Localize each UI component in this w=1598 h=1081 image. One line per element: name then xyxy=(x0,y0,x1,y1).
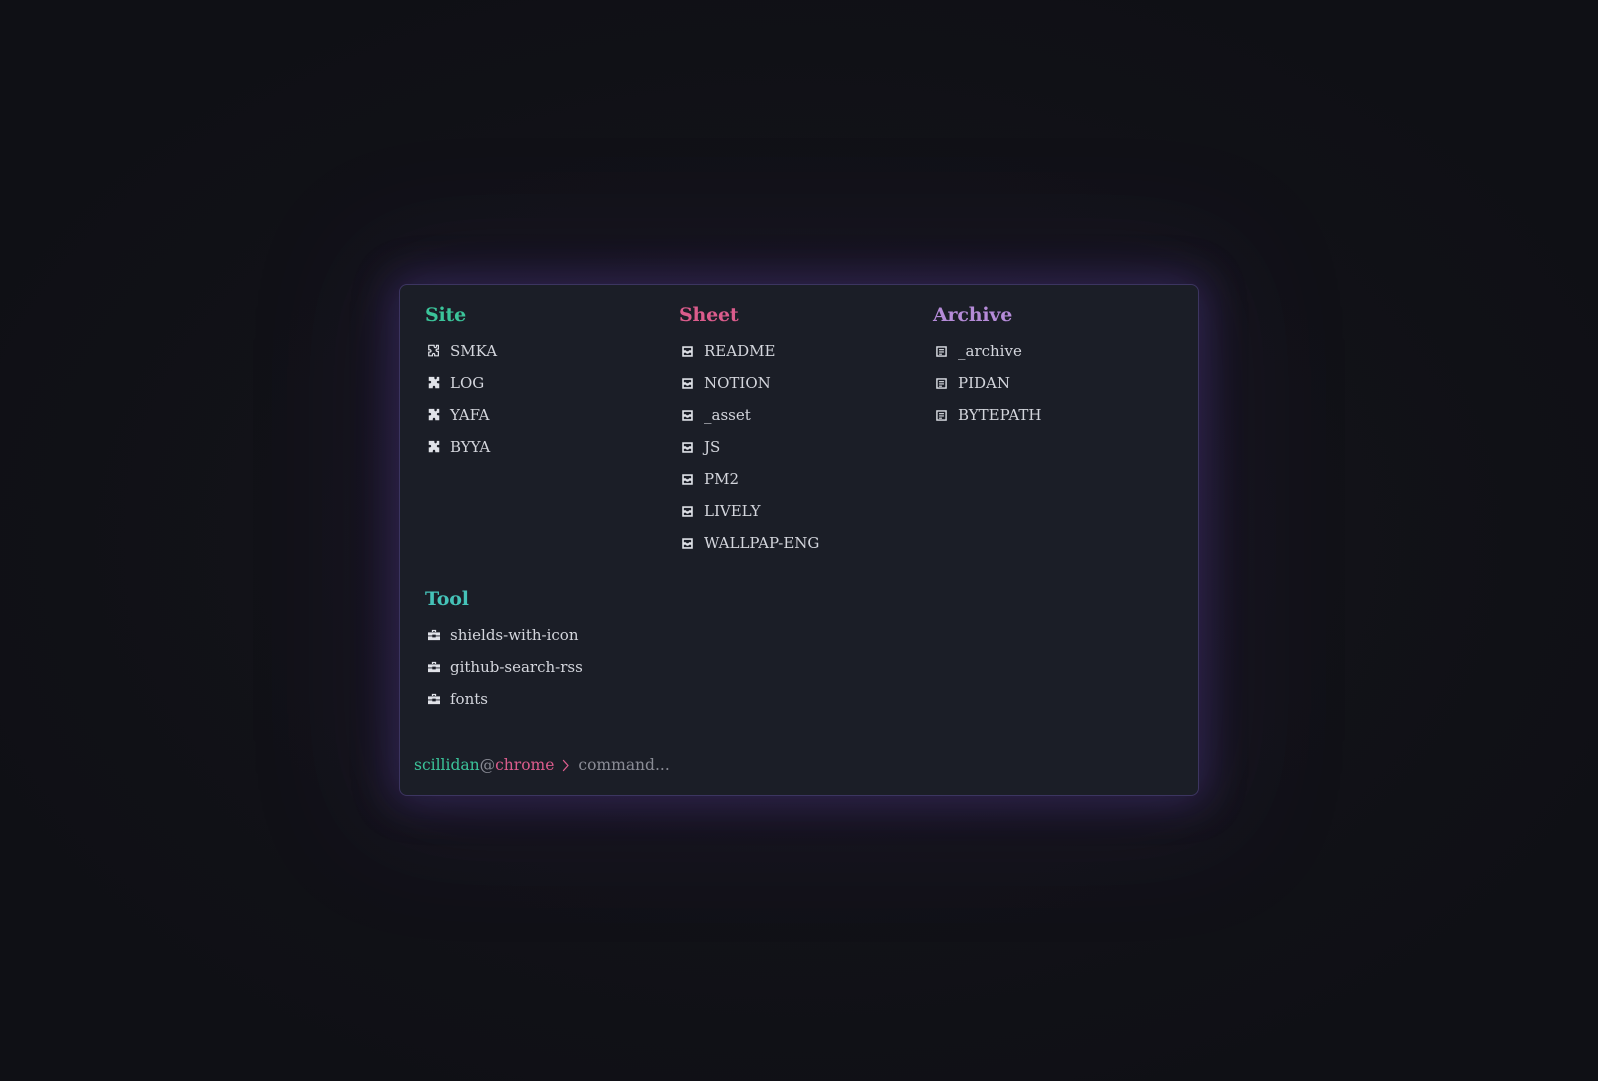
inbox-tray-icon xyxy=(680,440,695,455)
archive-link-pidan[interactable]: PIDAN xyxy=(933,367,1041,399)
inbox-tray-icon xyxy=(680,504,695,519)
archive-link-label: BYTEPATH xyxy=(958,406,1042,424)
sheet-link-lively[interactable]: LIVELY xyxy=(679,495,819,527)
inbox-tray-icon xyxy=(680,472,695,487)
tool-link-fonts[interactable]: fonts xyxy=(425,683,583,715)
note-icon xyxy=(934,408,949,423)
sheet-link-wallpap-eng[interactable]: WALLPAP-ENG xyxy=(679,527,819,559)
site-link-label: LOG xyxy=(450,374,485,392)
site-link-label: YAFA xyxy=(450,406,490,424)
archive-link-archive[interactable]: _archive xyxy=(933,335,1041,367)
site-link-log[interactable]: LOG xyxy=(425,367,497,399)
page-background: Site SMKA LOG YAFA BYYA Sheet README NOT… xyxy=(0,0,1598,1081)
site-link-list: SMKA LOG YAFA BYYA xyxy=(425,335,497,463)
toolbox-icon xyxy=(426,628,441,643)
inbox-tray-icon xyxy=(680,376,695,391)
sheet-group: Sheet README NOTION _asset JS PM2 LIVELY… xyxy=(679,302,819,559)
archive-link-label: PIDAN xyxy=(958,374,1011,392)
sheet-link-label: PM2 xyxy=(704,470,739,488)
sheet-link-asset[interactable]: _asset xyxy=(679,399,819,431)
launcher-card: Site SMKA LOG YAFA BYYA Sheet README NOT… xyxy=(399,284,1199,796)
toolbox-icon xyxy=(426,660,441,675)
inbox-tray-icon xyxy=(680,344,695,359)
command-input[interactable] xyxy=(578,756,1079,774)
site-link-yafa[interactable]: YAFA xyxy=(425,399,497,431)
puzzle-icon xyxy=(426,440,441,455)
prompt-user: scillidan xyxy=(414,756,480,774)
chevron-right-icon xyxy=(562,759,570,772)
note-icon xyxy=(934,344,949,359)
sheet-link-label: LIVELY xyxy=(704,502,761,520)
sheet-link-label: JS xyxy=(704,438,721,456)
sheet-link-pm2[interactable]: PM2 xyxy=(679,463,819,495)
inbox-tray-icon xyxy=(680,536,695,551)
sheet-link-readme[interactable]: README xyxy=(679,335,819,367)
puzzle-icon xyxy=(426,376,441,391)
tool-group-title: Tool xyxy=(425,588,469,610)
archive-link-label: _archive xyxy=(958,342,1022,360)
site-link-label: BYYA xyxy=(450,438,491,456)
sheet-link-label: WALLPAP-ENG xyxy=(704,534,820,552)
archive-link-list: _archive PIDAN BYTEPATH xyxy=(933,335,1041,431)
tool-link-github-search-rss[interactable]: github-search-rss xyxy=(425,651,583,683)
sheet-group-title: Sheet xyxy=(679,304,739,326)
site-group-title: Site xyxy=(425,304,467,326)
tool-link-label: fonts xyxy=(450,690,488,708)
tool-link-list: shields-with-icon github-search-rss font… xyxy=(425,619,583,715)
sheet-link-list: README NOTION _asset JS PM2 LIVELY WALLP… xyxy=(679,335,819,559)
site-link-label: SMKA xyxy=(450,342,498,360)
tool-link-label: shields-with-icon xyxy=(450,626,579,644)
note-icon xyxy=(934,376,949,391)
sheet-link-notion[interactable]: NOTION xyxy=(679,367,819,399)
prompt-host: chrome xyxy=(495,756,555,774)
tool-link-shields-with-icon[interactable]: shields-with-icon xyxy=(425,619,583,651)
archive-group-title: Archive xyxy=(933,304,1013,326)
toolbox-icon xyxy=(426,692,441,707)
prompt-at: @ xyxy=(479,756,496,774)
sheet-link-label: _asset xyxy=(704,406,751,424)
sheet-link-label: NOTION xyxy=(704,374,771,392)
puzzle-icon xyxy=(426,408,441,423)
sheet-link-label: README xyxy=(704,342,776,360)
site-link-smka[interactable]: SMKA xyxy=(425,335,497,367)
tool-link-label: github-search-rss xyxy=(450,658,583,676)
archive-group: Archive _archive PIDAN BYTEPATH xyxy=(933,302,1041,431)
inbox-tray-icon xyxy=(680,408,695,423)
sheet-link-js[interactable]: JS xyxy=(679,431,819,463)
command-prompt: scillidan @ chrome xyxy=(414,753,1079,777)
site-link-byya[interactable]: BYYA xyxy=(425,431,497,463)
archive-link-bytepath[interactable]: BYTEPATH xyxy=(933,399,1041,431)
site-group: Site SMKA LOG YAFA BYYA xyxy=(425,302,497,463)
tool-group: Tool shields-with-icon github-search-rss xyxy=(425,586,583,715)
puzzle-outline-icon xyxy=(426,344,441,359)
